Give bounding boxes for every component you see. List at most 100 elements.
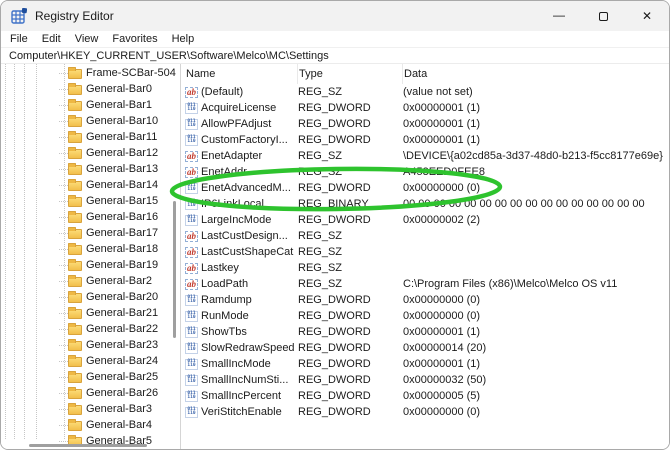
value-type: REG_DWORD [298,182,403,194]
registry-value-row[interactable]: 011110 AllowPFAdjust REG_DWORD 0x0000000… [181,116,669,132]
registry-value-row[interactable]: 011110 VeriStitchEnable REG_DWORD 0x0000… [181,404,669,420]
registry-value-row[interactable]: 011110 SmallIncPercent REG_DWORD 0x00000… [181,388,669,404]
value-name: EnetAdvancedM... [201,182,291,194]
menu-edit[interactable]: Edit [35,33,68,45]
tree-item[interactable]: General-Bar24 [1,353,180,369]
tree-item[interactable]: General-Bar21 [1,305,180,321]
registry-value-row[interactable]: ab EnetAddr REG_SZ A453EED0FEE8 [181,164,669,180]
tree-connector [59,73,68,74]
value-type: REG_DWORD [298,310,403,322]
folder-icon [68,101,82,111]
value-data: 0x00000001 (1) [403,134,669,146]
value-data: 0x00000001 (1) [403,118,669,130]
menu-favorites[interactable]: Favorites [105,33,164,45]
tree-horizontal-scrollbar[interactable] [29,444,147,447]
folder-icon [68,149,82,159]
tree-connector [59,313,68,314]
folder-icon [68,229,82,239]
folder-icon [68,373,82,383]
registry-value-row[interactable]: 011110 RunMode REG_DWORD 0x00000000 (0) [181,308,669,324]
address-bar[interactable]: Computer\HKEY_CURRENT_USER\Software\Melc… [1,48,669,64]
tree-item[interactable]: General-Bar14 [1,177,180,193]
value-name: LastCustDesign... [201,230,288,242]
tree-item[interactable]: General-Bar20 [1,289,180,305]
registry-value-row[interactable]: 011110 IP6LinkLocal REG_BINARY 00 00 00 … [181,196,669,212]
menu-view[interactable]: View [68,33,106,45]
tree-item[interactable]: General-Bar13 [1,161,180,177]
folder-icon [68,357,82,367]
tree-item-label: General-Bar13 [86,163,158,175]
registry-value-row[interactable]: ab EnetAdapter REG_SZ \DEVICE\{a02cd85a-… [181,148,669,164]
tree-item[interactable]: General-Bar19 [1,257,180,273]
value-data: A453EED0FEE8 [403,166,669,178]
value-data: 0x00000000 (0) [403,294,669,306]
tree-item[interactable]: General-Bar0 [1,81,180,97]
tree-connector [59,377,68,378]
tree-vertical-scrollbar[interactable] [173,201,176,338]
registry-value-row[interactable]: 011110 SmallIncNumSti... REG_DWORD 0x000… [181,372,669,388]
tree-item[interactable]: General-Bar26 [1,385,180,401]
tree-item[interactable]: General-Bar1 [1,97,180,113]
column-header-type[interactable]: Type [298,64,403,84]
tree-item[interactable]: General-Bar23 [1,337,180,353]
tree-item[interactable]: General-Bar15 [1,193,180,209]
value-name: SmallIncNumSti... [201,374,288,386]
registry-value-row[interactable]: 011110 AcquireLicense REG_DWORD 0x000000… [181,100,669,116]
registry-value-row[interactable]: ab LastCustDesign... REG_SZ [181,228,669,244]
tree-connector [59,89,68,90]
tree-item[interactable]: General-Bar25 [1,369,180,385]
value-rows-container: ab (Default) REG_SZ (value not set) 0111… [181,84,669,420]
value-type-icon: ab [185,263,198,274]
value-list-pane: Name Type Data ab (Default) REG_SZ (valu… [181,64,669,450]
registry-value-row[interactable]: ab LoadPath REG_SZ C:\Program Files (x86… [181,276,669,292]
menu-file[interactable]: File [3,33,35,45]
maximize-button[interactable] [581,1,625,31]
value-name: ShowTbs [201,326,247,338]
tree-item-label: General-Bar26 [86,387,158,399]
tree-item[interactable]: General-Bar18 [1,241,180,257]
value-type: REG_SZ [298,86,403,98]
value-name: Lastkey [201,262,239,274]
value-name: SmallIncMode [201,358,271,370]
close-button[interactable]: ✕ [625,1,669,31]
registry-value-row[interactable]: ab (Default) REG_SZ (value not set) [181,84,669,100]
registry-value-row[interactable]: 011110 Ramdump REG_DWORD 0x00000000 (0) [181,292,669,308]
column-header-name[interactable]: Name [185,64,298,84]
column-header-data[interactable]: Data [403,64,669,84]
registry-value-row[interactable]: 011110 ShowTbs REG_DWORD 0x00000001 (1) [181,324,669,340]
value-data: 0x00000014 (20) [403,342,669,354]
folder-icon [68,245,82,255]
value-type-icon: 011110 [185,311,198,322]
registry-value-row[interactable]: 011110 EnetAdvancedM... REG_DWORD 0x0000… [181,180,669,196]
registry-value-row[interactable]: 011110 SlowRedrawSpeed REG_DWORD 0x00000… [181,340,669,356]
registry-value-row[interactable]: 011110 CustomFactoryI... REG_DWORD 0x000… [181,132,669,148]
value-name: RunMode [201,310,249,322]
tree-item[interactable]: Frame-SCBar-504 [1,65,180,81]
tree-item[interactable]: General-Bar17 [1,225,180,241]
tree-item[interactable]: General-Bar4 [1,417,180,433]
tree-item-label: General-Bar19 [86,259,158,271]
tree-item[interactable]: General-Bar11 [1,129,180,145]
tree-item[interactable]: General-Bar16 [1,209,180,225]
registry-value-row[interactable]: ab LastCustShapeCat REG_SZ [181,244,669,260]
registry-value-row[interactable]: 011110 LargeIncMode REG_DWORD 0x00000002… [181,212,669,228]
minimize-button[interactable]: — [537,1,581,31]
tree-item[interactable]: General-Bar10 [1,113,180,129]
folder-icon [68,309,82,319]
value-type-icon: 011110 [185,295,198,306]
value-type-icon: 011110 [185,327,198,338]
value-type-icon: 011110 [185,407,198,418]
menu-help[interactable]: Help [165,33,202,45]
tree-item-label: General-Bar25 [86,371,158,383]
tree-connector [59,233,68,234]
tree-item[interactable]: General-Bar2 [1,273,180,289]
value-type: REG_DWORD [298,214,403,226]
tree-item[interactable]: General-Bar12 [1,145,180,161]
tree-item[interactable]: General-Bar3 [1,401,180,417]
value-name: LargeIncMode [201,214,271,226]
titlebar: Registry Editor — ✕ [1,1,669,31]
registry-value-row[interactable]: ab Lastkey REG_SZ [181,260,669,276]
tree-item[interactable]: General-Bar22 [1,321,180,337]
registry-value-row[interactable]: 011110 SmallIncMode REG_DWORD 0x00000001… [181,356,669,372]
value-type: REG_DWORD [298,374,403,386]
